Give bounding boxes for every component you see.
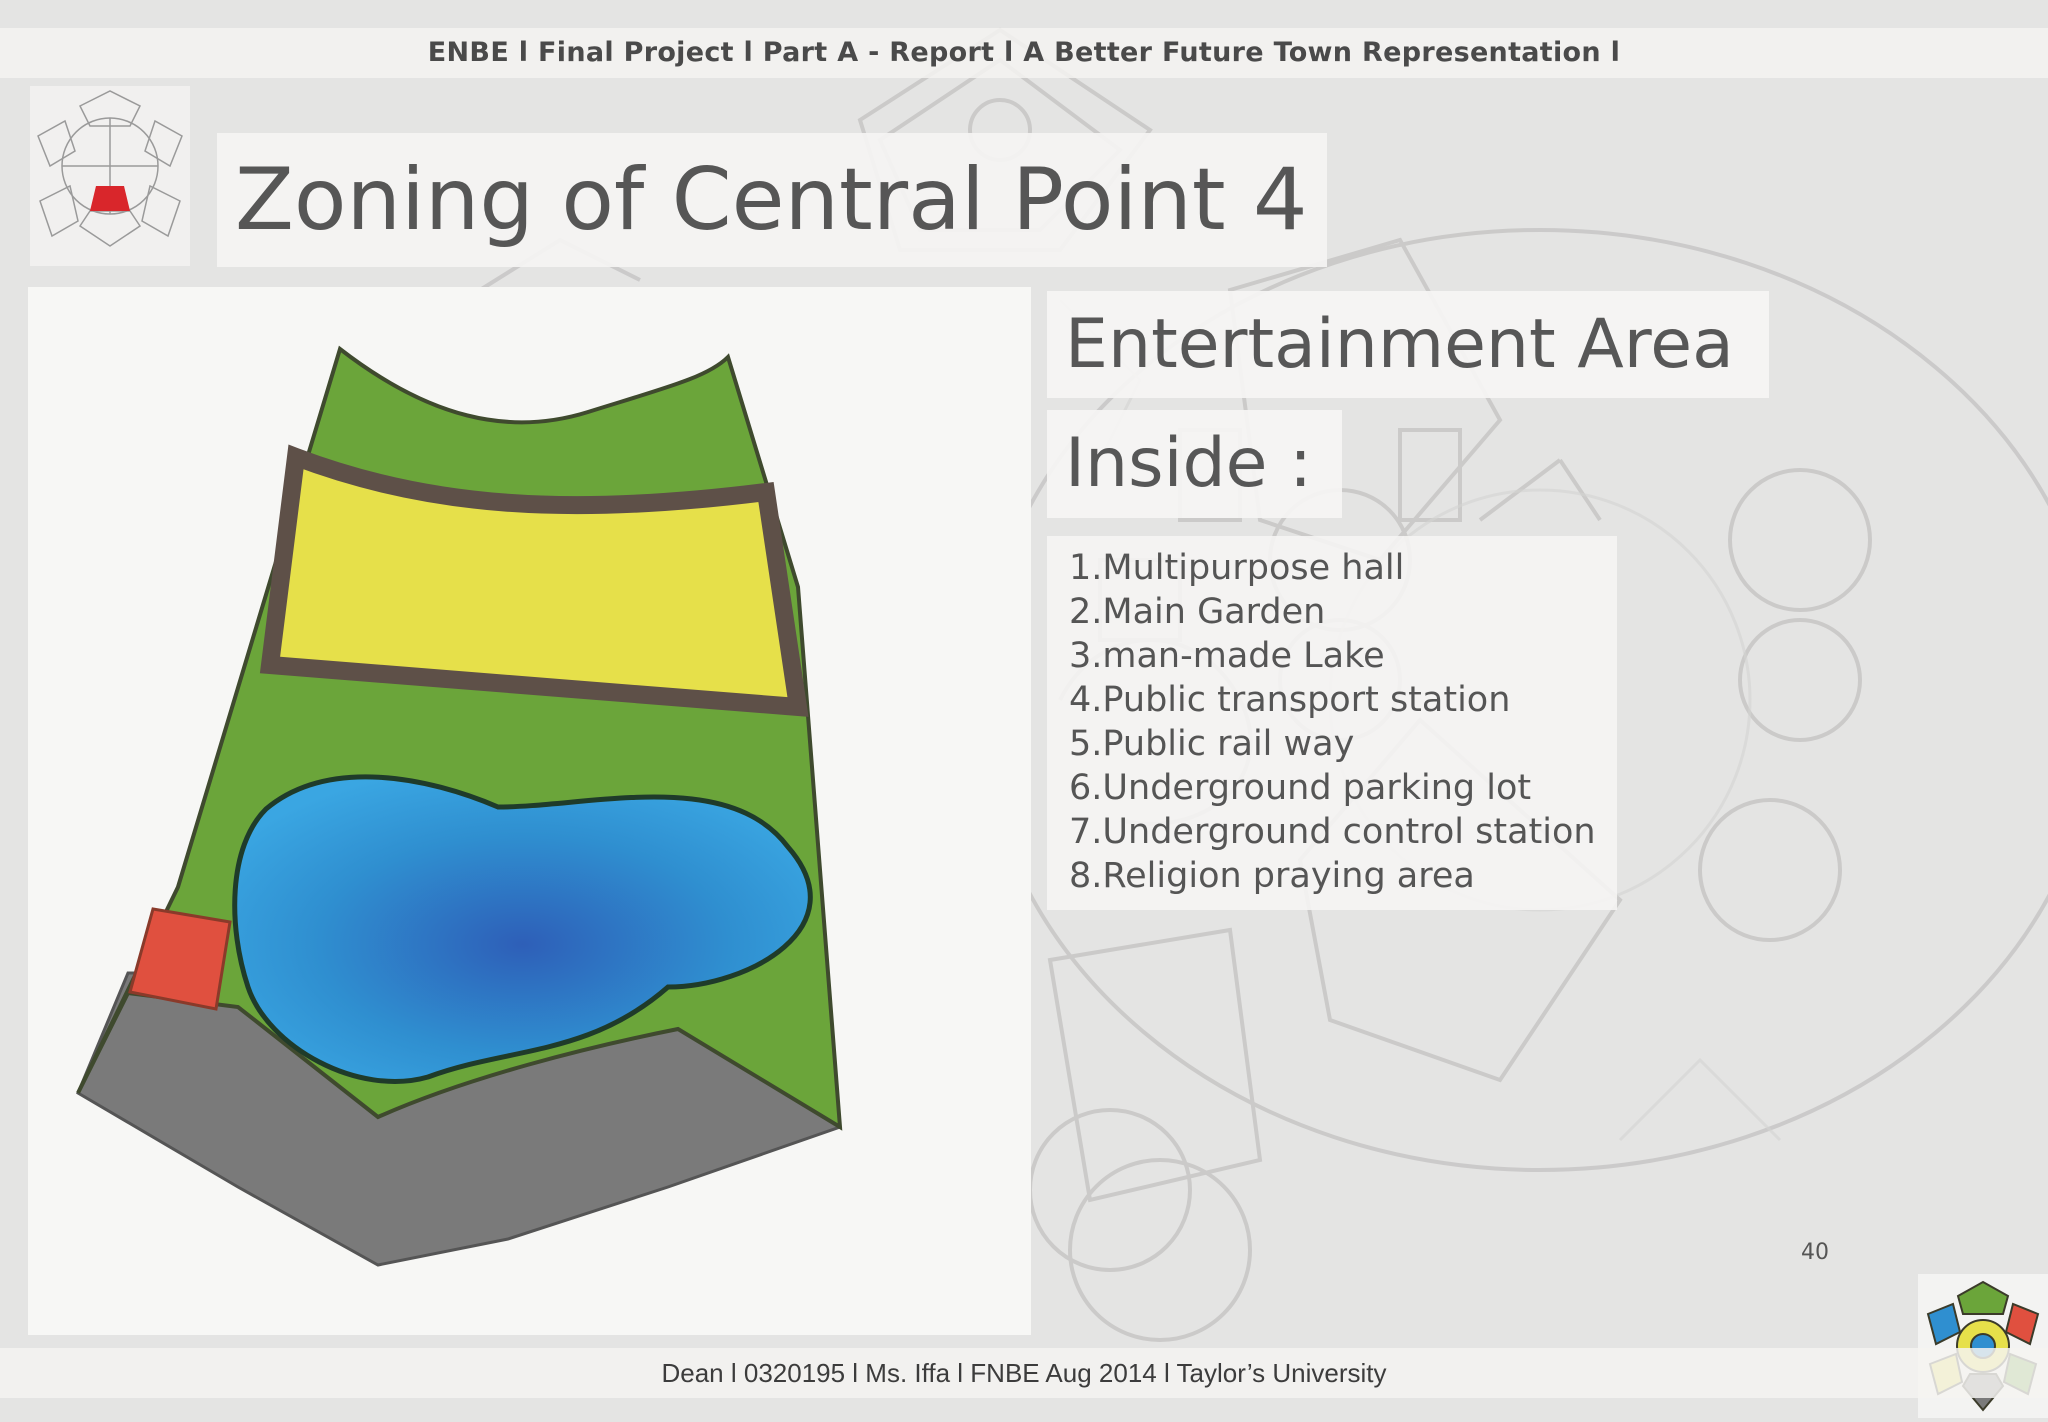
subtitle-box: Entertainment Area [1047,291,1769,398]
list-item: 3.man-made Lake [1069,636,1385,676]
area-subtitle: Entertainment Area [1065,305,1734,384]
list-item: 2.Main Garden [1069,592,1326,632]
list-item: 8.Religion praying area [1069,856,1475,896]
list-item: 4.Public transport station [1069,680,1511,720]
document-header: ENBE l Final Project l Part A - Report l… [0,28,2048,78]
inside-heading: Inside : [1065,424,1312,503]
facilities-list-box: 1.Multipurpose hall 2.Main Garden 3.man-… [1047,536,1617,910]
key-map-logo [30,86,190,266]
inside-heading-box: Inside : [1047,410,1342,518]
slide-title: Zoning of Central Point 4 [235,150,1308,250]
list-item: 5.Public rail way [1069,724,1355,764]
zoning-map-panel [28,287,1031,1335]
transport-station-zone [128,907,232,1011]
list-item: 7.Underground control station [1069,812,1596,852]
facilities-list: 1.Multipurpose hall 2.Main Garden 3.man-… [1069,546,1596,898]
highlighted-zone-marker [90,186,130,211]
title-box: Zoning of Central Point 4 [217,133,1327,267]
zoning-map-drawing [76,345,843,1267]
document-footer: Dean l 0320195 l Ms. Iffa l FNBE Aug 201… [0,1348,2048,1398]
page-number: 40 [1801,1240,1829,1265]
list-item: 1.Multipurpose hall [1069,548,1405,588]
list-item: 6.Underground parking lot [1069,768,1532,808]
